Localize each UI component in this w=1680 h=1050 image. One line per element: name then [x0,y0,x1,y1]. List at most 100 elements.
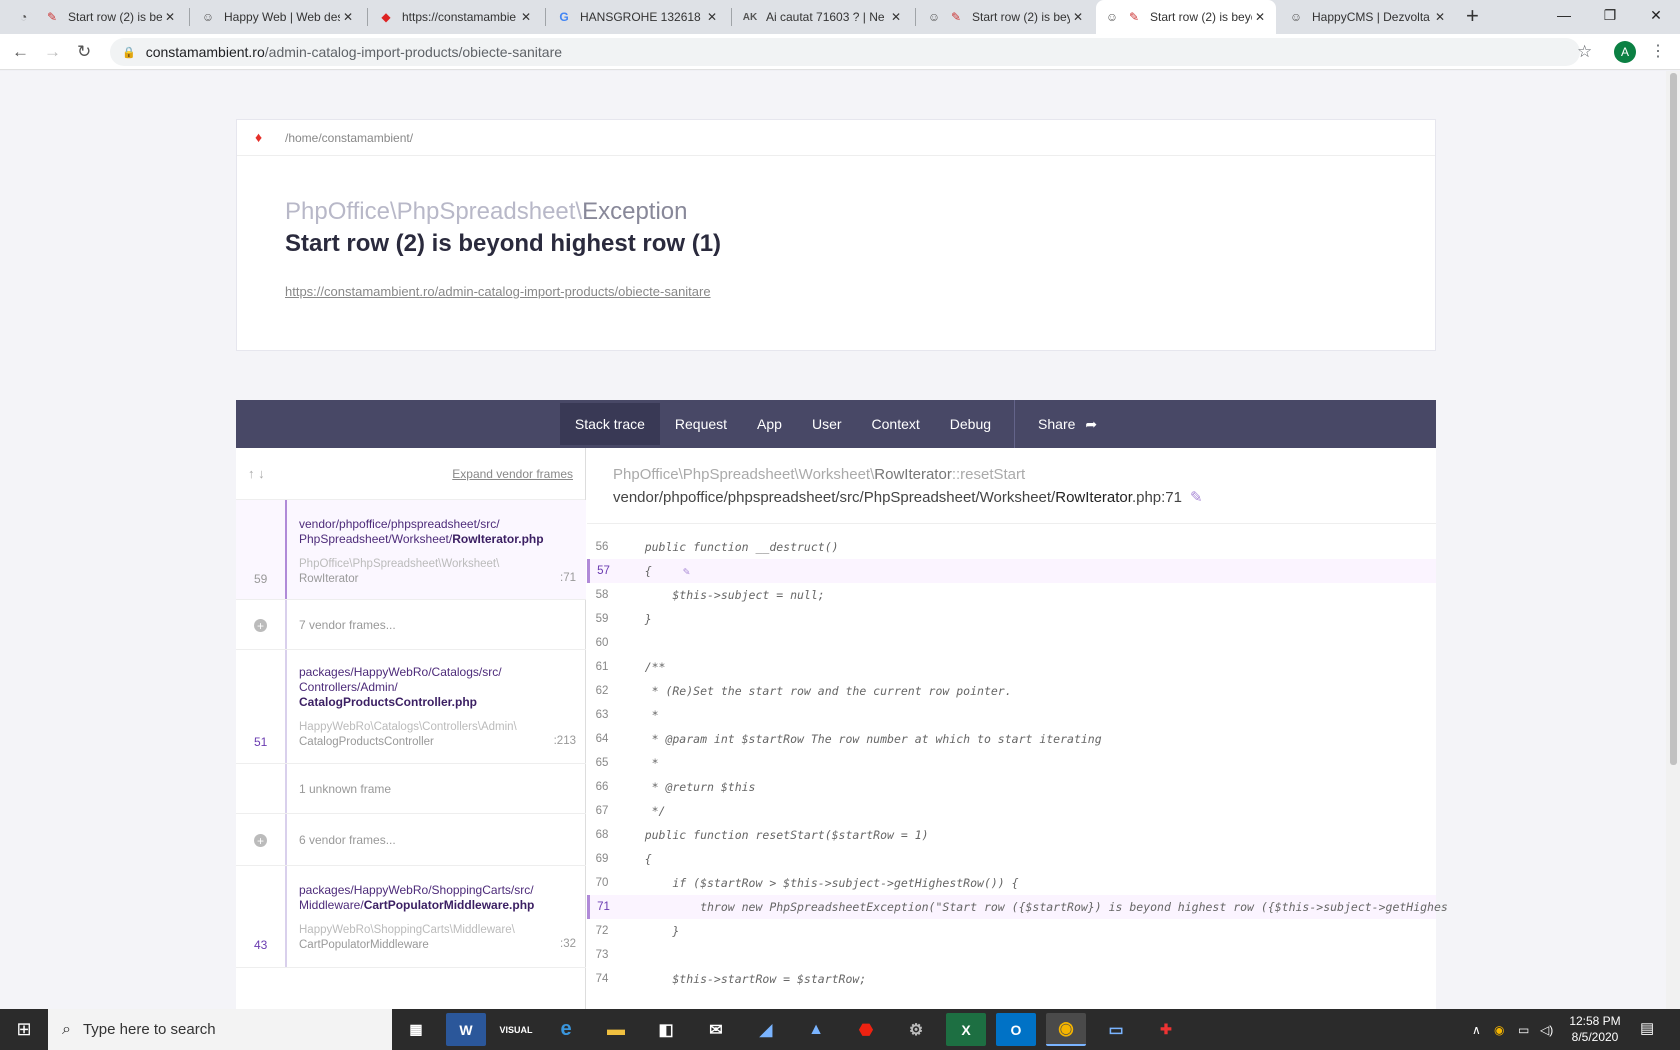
restore-button[interactable]: ❐ [1587,0,1633,30]
reload-button[interactable]: ↻ [77,42,91,62]
code-text: public function resetStart($startRow = 1… [617,828,929,842]
close-icon[interactable]: ✕ [704,10,720,24]
scrollbar-thumb[interactable] [1670,73,1677,765]
frame-nav-arrows-icon[interactable]: ↑ ↓ [248,466,265,481]
taskbar-search-input[interactable]: ⌕ Type here to search [48,1009,392,1050]
task-view-icon[interactable]: ▦ [396,1013,436,1046]
code-line: 69 { [587,847,1436,871]
selected-frame-class: PhpOffice\PhpSpreadsheet\Worksheet\RowIt… [613,466,1026,483]
excel-icon[interactable]: X [946,1013,986,1046]
notifications-icon[interactable]: ▤ [1640,1019,1654,1037]
close-window-button[interactable]: ✕ [1633,0,1679,30]
code-line: 62 * (Re)Set the start row and the curre… [587,679,1436,703]
outlook-icon[interactable]: O [996,1013,1036,1046]
store-icon[interactable]: ◧ [646,1013,686,1046]
smiley-icon: ☺ [927,10,941,24]
back-button[interactable]: ← [12,42,29,62]
file-explorer-icon[interactable]: ▬ [596,1013,636,1046]
tab-stack-trace[interactable]: Stack trace [559,403,660,445]
vendor-frames-collapsed[interactable]: + 6 vendor frames... [236,814,586,866]
browser-tab-4[interactable]: G HANSGROHE 132618 ✕ [548,0,728,34]
code-text: { [617,564,652,578]
forward-button[interactable]: → [44,42,61,62]
photos-icon[interactable]: ▭ [1096,1013,1136,1046]
line-number: 68 [595,829,609,841]
code-text: } [617,612,652,626]
expand-plus-icon: + [254,834,267,848]
edge-icon[interactable]: e [546,1013,586,1046]
browser-tab-3[interactable]: ◆ https://constamambie ✕ [370,0,542,34]
close-icon[interactable]: ✕ [518,10,534,24]
close-icon[interactable]: ✕ [1252,10,1268,24]
bookmark-star-icon[interactable]: ☆ [1577,42,1592,62]
code-text: */ [617,804,666,818]
browser-tab-8[interactable]: ☺ HappyCMS | Dezvolta ✕ [1280,0,1456,34]
line-number: 56 [595,541,609,553]
close-icon[interactable]: ✕ [162,10,178,24]
frame-number: 43 [254,938,268,952]
app-icon[interactable]: ◢ [746,1013,786,1046]
app-icon[interactable]: ▲ [796,1013,836,1046]
tab-user[interactable]: User [797,403,857,445]
browser-tab-active[interactable]: ☺ ✎ Start row (2) is beyo ✕ [1096,0,1276,34]
browser-tab-2[interactable]: ☺ Happy Web | Web des ✕ [192,0,364,34]
tab-request[interactable]: Request [660,403,742,445]
word-icon[interactable]: W [446,1013,486,1046]
mail-icon[interactable]: ✉ [696,1013,736,1046]
edit-pencil-icon[interactable]: ✎ [1190,489,1203,506]
app-icon[interactable]: ✚ [1146,1013,1186,1046]
acrobat-icon[interactable]: ⬣ [846,1013,886,1046]
vendor-frames-collapsed[interactable]: + 7 vendor frames... [236,600,586,650]
browser-tab-strip: ◔ ✎ Start row (2) is beyo ✕ ☺ Happy Web … [0,0,1680,34]
profile-avatar[interactable]: A [1614,41,1636,63]
code-line: 70 if ($startRow > $this->subject->getHi… [587,871,1436,895]
frame-number: 59 [254,572,268,586]
tray-chevron-icon[interactable]: ∧ [1472,1009,1481,1050]
frame-list: ↑ ↓ Expand vendor frames vendor/phpoffic… [236,448,586,1009]
close-icon[interactable]: ✕ [1432,10,1448,24]
app-icon[interactable]: ⚙ [896,1013,936,1046]
frame-item[interactable]: vendor/phpoffice/phpspreadsheet/src/PhpS… [236,500,586,600]
frame-item[interactable]: packages/HappyWebRo/Catalogs/src/Control… [236,650,586,764]
code-line: 65 * [587,751,1436,775]
line-number: 61 [595,661,609,673]
line-number: 66 [595,781,609,793]
browser-tab-5[interactable]: AK Ai cautat 71603 ? | Ne ✕ [734,0,912,34]
code-line: 67 */ [587,799,1436,823]
minimize-button[interactable]: — [1541,0,1587,30]
frame-line: :32 [560,938,576,950]
line-number: 57 [587,559,617,583]
frame-item[interactable]: packages/HappyWebRo/ShoppingCarts/src/Mi… [236,866,586,968]
close-icon[interactable]: ✕ [888,10,904,24]
windows-start-icon[interactable]: ⊞ [0,1009,48,1050]
frame-line: :71 [560,572,576,584]
menu-kebab-icon[interactable]: ⋮ [1650,41,1666,61]
code-line: 73 [587,943,1436,967]
chrome-icon[interactable]: ◉ [1046,1013,1086,1046]
code-line: 61 /** [587,655,1436,679]
tray-app-icon[interactable]: ◉ [1494,1009,1504,1050]
tab-debug[interactable]: Debug [935,403,1006,445]
visual-app-icon[interactable]: VISUAL [496,1013,536,1046]
edit-pencil-icon[interactable]: ✎ [683,559,690,583]
code-text: if ($startRow > $this->subject->getHighe… [617,876,1019,890]
tab-context[interactable]: Context [857,403,935,445]
close-icon[interactable]: ✕ [1070,10,1086,24]
share-button[interactable]: Share ➦ [1023,403,1112,445]
smiley-icon: ☺ [1105,10,1119,24]
browser-tab-1[interactable]: ✎ Start row (2) is beyo ✕ [36,0,186,34]
network-icon[interactable]: ▭ [1518,1009,1529,1050]
code-text: * @return $this [617,780,756,794]
close-icon[interactable]: ✕ [340,10,356,24]
clock[interactable]: 12:58 PM 8/5/2020 [1560,1013,1630,1045]
expand-vendor-frames-link[interactable]: Expand vendor frames [452,467,573,481]
path-bar: ♦ /home/constamambient/ [237,120,1435,156]
browser-tab-6[interactable]: ☺ ✎ Start row (2) is beyo ✕ [918,0,1094,34]
exception-url-link[interactable]: https://constamambient.ro/admin-catalog-… [285,284,711,299]
new-tab-button[interactable]: + [1466,3,1479,29]
stack-trace-panel: ↑ ↓ Expand vendor frames vendor/phpoffic… [236,448,1448,1009]
tab-app[interactable]: App [742,403,797,445]
volume-icon[interactable]: ◁) [1540,1009,1553,1050]
tab-search-icon[interactable]: ◔ [12,0,28,34]
url-input[interactable]: 🔒 constamambient.ro/admin-catalog-import… [110,38,1580,66]
